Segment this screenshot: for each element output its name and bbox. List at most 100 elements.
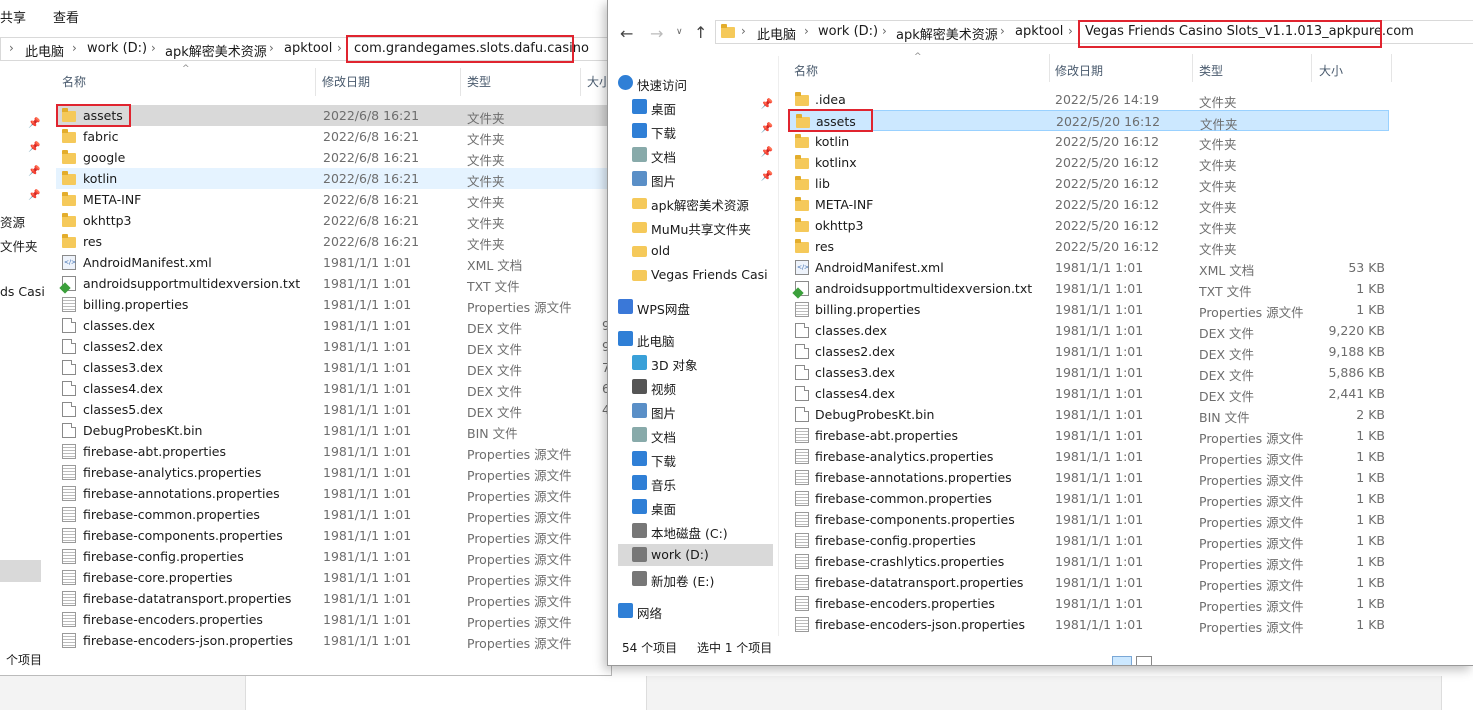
nav-item[interactable]: 3D 对象 (618, 352, 773, 374)
nav-item[interactable]: 音乐 (618, 472, 773, 494)
file-row[interactable]: androidsupportmultidexversion.txt 1981/1/… (56, 273, 611, 294)
pin-icon[interactable]: 📌 (761, 171, 773, 182)
nav-item[interactable]: work (D:) (618, 544, 773, 566)
breadcrumb-item[interactable]: apktool (1015, 24, 1063, 39)
file-row[interactable]: DebugProbesKt.bin 1981/1/1 1:01 BIN 文件 2 KB (788, 404, 1389, 425)
pin-icon[interactable]: 📌 (761, 147, 773, 158)
column-header-name[interactable]: 名称 (62, 73, 86, 90)
folder-row[interactable]: lib 2022/5/20 16:12 文件夹 (788, 173, 1389, 194)
folder-row[interactable]: okhttp3 2022/6/8 16:21 文件夹 (56, 210, 611, 231)
file-row[interactable]: classes2.dex 1981/1/1 1:01 DEX 文件 9,188 KB (788, 341, 1389, 362)
folder-row[interactable]: assets 2022/5/20 16:12 文件夹 (788, 110, 1389, 132)
folder-row[interactable]: fabric 2022/6/8 16:21 文件夹 (56, 126, 611, 147)
breadcrumb-item[interactable]: work (D:) (818, 24, 878, 39)
file-row[interactable]: classes4.dex 1981/1/1 1:01 DEX 文件 2,441 KB (788, 383, 1389, 404)
tab-share[interactable]: 共享 (0, 7, 26, 26)
nav-item[interactable]: 桌面 📌 (618, 96, 773, 118)
folder-row[interactable]: res 2022/6/8 16:21 文件夹 (56, 231, 611, 252)
nav-item[interactable]: 视频 (618, 376, 773, 398)
nav-item[interactable]: 文档 📌 (618, 144, 773, 166)
file-row[interactable]: firebase-core.properties 1981/1/1 1:01 Pro… (56, 567, 611, 588)
up-arrow-icon[interactable]: ↑ (694, 23, 707, 42)
folder-row[interactable]: google 2022/6/8 16:21 文件夹 (56, 147, 611, 168)
file-row[interactable]: firebase-config.properties 1981/1/1 1:01 P… (56, 546, 611, 567)
breadcrumb-item[interactable]: apktool (284, 41, 332, 56)
file-row[interactable]: billing.properties 1981/1/1 1:01 Propertie… (788, 299, 1389, 320)
nav-item[interactable]: Vegas Friends Casi (618, 264, 773, 286)
file-row[interactable]: AndroidManifest.xml 1981/1/1 1:01 XML 文档 (56, 252, 611, 273)
file-row[interactable]: firebase-config.properties 1981/1/1 1:01 P… (788, 530, 1389, 551)
file-row[interactable]: androidsupportmultidexversion.txt 1981/1/… (788, 278, 1389, 299)
file-row[interactable]: classes.dex 1981/1/1 1:01 DEX 文件 9,220 KB (788, 320, 1389, 341)
forward-arrow-icon[interactable]: → (650, 24, 663, 43)
file-row[interactable]: firebase-components.properties 1981/1/1 1… (56, 525, 611, 546)
nav-item[interactable]: WPS网盘 (618, 296, 773, 318)
nav-item[interactable]: 下载 📌 (618, 120, 773, 142)
file-row[interactable]: firebase-annotations.properties 1981/1/1 … (56, 483, 611, 504)
breadcrumb-item[interactable]: 此电脑 (25, 41, 64, 60)
file-row[interactable]: firebase-components.properties 1981/1/1 1… (788, 509, 1389, 530)
nav-item[interactable]: 桌面 (618, 496, 773, 518)
pin-icon[interactable]: 📌 (761, 99, 773, 110)
folder-row[interactable]: kotlinx 2022/5/20 16:12 文件夹 (788, 152, 1389, 173)
file-row[interactable]: firebase-abt.properties 1981/1/1 1:01 Prop… (788, 425, 1389, 446)
file-row[interactable]: firebase-crashlytics.properties 1981/1/1 … (788, 551, 1389, 572)
nav-item[interactable]: 本地磁盘 (C:) (618, 520, 773, 542)
folder-row[interactable]: res 2022/5/20 16:12 文件夹 (788, 236, 1389, 257)
breadcrumb-item[interactable]: apk解密美术资源 (165, 41, 267, 60)
column-header-date[interactable]: 修改日期 (1055, 62, 1103, 79)
file-row[interactable]: firebase-analytics.properties 1981/1/1 1:… (788, 446, 1389, 467)
nav-item[interactable]: apk解密美术资源 (618, 192, 773, 214)
nav-fragment[interactable]: 资源 (0, 212, 25, 231)
nav-item[interactable]: 文档 (618, 424, 773, 446)
back-arrow-icon[interactable]: ← (620, 24, 633, 43)
file-row[interactable]: classes4.dex1981/1/1 1:01DEX 文件6 (56, 378, 611, 399)
file-row[interactable]: firebase-encoders-json.properties 1981/1/… (788, 614, 1389, 635)
nav-fragment[interactable]: ds Casi (0, 284, 45, 299)
file-row[interactable]: classes3.dex 1981/1/1 1:01 DEX 文件 5,886 KB (788, 362, 1389, 383)
folder-row[interactable]: META-INF 2022/6/8 16:21 文件夹 (56, 189, 611, 210)
column-header-date[interactable]: 修改日期 (322, 73, 370, 90)
breadcrumb-item[interactable]: work (D:) (87, 41, 147, 56)
column-header-size[interactable]: 大小 (1319, 62, 1343, 79)
large-icons-view-icon[interactable] (1136, 656, 1152, 665)
file-row[interactable]: firebase-datatransport.properties 1981/1/… (788, 572, 1389, 593)
file-row[interactable]: firebase-abt.properties 1981/1/1 1:01 Prop… (56, 441, 611, 462)
nav-item[interactable]: 图片 (618, 400, 773, 422)
nav-fragment[interactable]: 文件夹 (0, 236, 38, 255)
breadcrumb-item[interactable]: 此电脑 (757, 24, 796, 43)
column-header-name[interactable]: 名称 (794, 62, 818, 79)
nav-item[interactable]: 此电脑 (618, 328, 773, 350)
folder-row[interactable]: META-INF 2022/5/20 16:12 文件夹 (788, 194, 1389, 215)
folder-row[interactable]: okhttp3 2022/5/20 16:12 文件夹 (788, 215, 1389, 236)
file-row[interactable]: classes3.dex1981/1/1 1:01DEX 文件7 (56, 357, 611, 378)
folder-row[interactable]: .idea 2022/5/26 14:19 文件夹 (788, 89, 1389, 110)
file-row[interactable]: classes.dex1981/1/1 1:01DEX 文件9 (56, 315, 611, 336)
pin-icon[interactable]: 📌 (761, 123, 773, 134)
breadcrumb-item[interactable]: apk解密美术资源 (896, 24, 998, 43)
nav-item[interactable]: 图片 📌 (618, 168, 773, 190)
nav-item[interactable]: 新加卷 (E:) (618, 568, 773, 590)
file-row[interactable]: firebase-datatransport.properties 1981/1/… (56, 588, 611, 609)
folder-row[interactable]: kotlin 2022/6/8 16:21 文件夹 (56, 168, 611, 189)
folder-row[interactable]: assets 2022/6/8 16:21 文件夹 (56, 105, 611, 126)
file-row[interactable]: AndroidManifest.xml 1981/1/1 1:01 XML 文档 53… (788, 257, 1389, 278)
column-header-type[interactable]: 类型 (1199, 62, 1223, 79)
folder-row[interactable]: kotlin 2022/5/20 16:12 文件夹 (788, 131, 1389, 152)
nav-item[interactable]: MuMu共享文件夹 (618, 216, 773, 238)
nav-item[interactable]: 快速访问 (618, 72, 773, 94)
file-row[interactable]: firebase-common.properties 1981/1/1 1:01 P… (788, 488, 1389, 509)
chevron-down-icon[interactable]: ∨ (676, 27, 683, 37)
file-row[interactable]: classes2.dex1981/1/1 1:01DEX 文件9 (56, 336, 611, 357)
file-row[interactable]: firebase-common.properties 1981/1/1 1:01 P… (56, 504, 611, 525)
nav-item[interactable]: old (618, 240, 773, 262)
file-row[interactable]: firebase-encoders.properties 1981/1/1 1:0… (56, 609, 611, 630)
tab-view[interactable]: 查看 (53, 7, 79, 26)
file-row[interactable]: billing.properties 1981/1/1 1:01 Propertie… (56, 294, 611, 315)
file-row[interactable]: DebugProbesKt.bin 1981/1/1 1:01 BIN 文件 (56, 420, 611, 441)
file-row[interactable]: firebase-encoders.properties 1981/1/1 1:0… (788, 593, 1389, 614)
file-row[interactable]: firebase-analytics.properties 1981/1/1 1:… (56, 462, 611, 483)
nav-item[interactable]: 下载 (618, 448, 773, 470)
details-view-icon[interactable] (1112, 656, 1132, 665)
nav-selected[interactable] (0, 560, 41, 582)
